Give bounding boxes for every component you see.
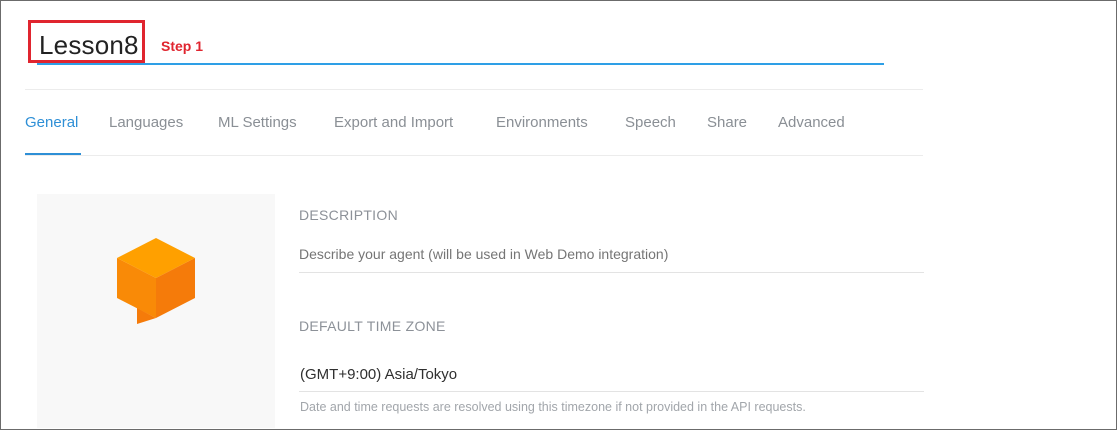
description-input[interactable] — [299, 246, 899, 262]
tab-environments[interactable]: Environments — [496, 114, 588, 131]
timezone-select[interactable]: (GMT+9:00) Asia/Tokyo — [300, 366, 457, 383]
description-underline — [299, 272, 924, 273]
timezone-underline — [299, 391, 924, 392]
tab-advanced[interactable]: Advanced — [778, 114, 845, 131]
tab-export-and-import[interactable]: Export and Import — [334, 114, 453, 131]
tab-share[interactable]: Share — [707, 114, 747, 131]
header-divider — [25, 89, 923, 90]
description-label: DESCRIPTION — [299, 207, 398, 223]
timezone-hint: Date and time requests are resolved usin… — [300, 400, 806, 414]
tab-general[interactable]: General — [25, 114, 78, 131]
agent-name-underline — [37, 63, 884, 65]
timezone-label: DEFAULT TIME ZONE — [299, 318, 446, 334]
tabs-divider — [25, 155, 923, 156]
tab-ml-settings[interactable]: ML Settings — [218, 114, 297, 131]
annotation-step-label: Step 1 — [161, 38, 204, 54]
tab-speech[interactable]: Speech — [625, 114, 676, 131]
annotation-highlight-box — [28, 20, 145, 63]
tab-languages[interactable]: Languages — [109, 114, 183, 131]
speech-bubble-cube-icon — [117, 238, 195, 324]
agent-avatar[interactable] — [37, 194, 275, 428]
